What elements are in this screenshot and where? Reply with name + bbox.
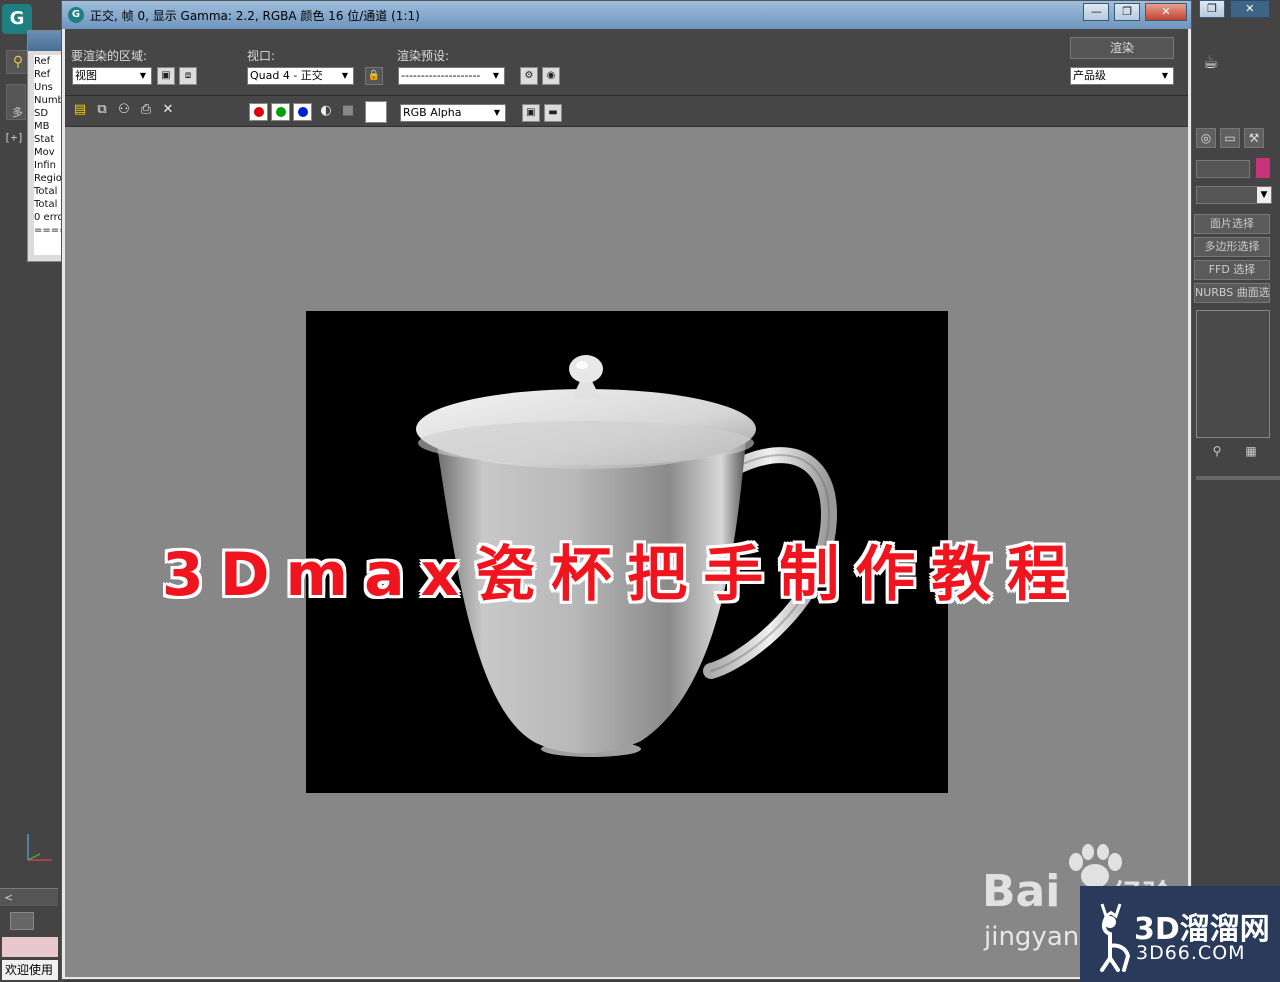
maxscript-mini-listener[interactable]: [2, 937, 58, 957]
chevron-down-icon: ▼: [341, 71, 349, 80]
modifier-list-dropdown[interactable]: ▼: [1196, 186, 1272, 204]
red-dot-icon: [254, 107, 264, 117]
3d66-sub: 3D66.COM: [1136, 942, 1246, 964]
chevron-down-icon: ▼: [139, 71, 147, 80]
left-stub-text: 多: [12, 106, 23, 119]
app-close-button[interactable]: ✕: [1229, 0, 1270, 18]
display-tab-icon[interactable]: ▭: [1220, 128, 1240, 148]
chevron-down-icon: ▼: [493, 108, 501, 117]
clear-image-icon[interactable]: ✕: [159, 102, 177, 120]
max-small-logo-icon: G: [68, 7, 84, 23]
render-button[interactable]: 渲染: [1070, 37, 1174, 59]
welcome-status: 欢迎使用: [2, 960, 58, 980]
quality-value: 产品级: [1073, 69, 1106, 82]
nurbs-select-button[interactable]: NURBS 曲面选择: [1194, 283, 1270, 303]
color-swatch[interactable]: [365, 101, 387, 123]
chevron-down-icon: ▼: [1257, 187, 1271, 203]
green-dot-icon: [276, 107, 286, 117]
area-value: 视图: [75, 69, 97, 82]
preset-label: 渲染预设:: [397, 49, 450, 63]
maximize-button[interactable]: ❐: [1114, 3, 1141, 21]
command-panel-tabs: ◎ ▭ ⚒: [1196, 128, 1276, 150]
configure-sets-icon[interactable]: ▦: [1242, 444, 1260, 462]
patch-select-button[interactable]: 面片选择: [1194, 214, 1270, 234]
viewport-plus-menu[interactable]: [+]: [4, 131, 24, 144]
maxscript-listener-window: Ref Ref Uns Numb SD MB Stat Mov Infin Re…: [27, 30, 66, 262]
modifier-stack[interactable]: [1196, 310, 1270, 438]
toggle-ui-icon[interactable]: ▬: [544, 104, 562, 122]
object-name-field[interactable]: [1196, 160, 1250, 178]
deer-logo-icon: [1100, 903, 1131, 972]
minimize-button[interactable]: —: [1083, 3, 1110, 21]
panel-divider: [1196, 476, 1280, 480]
close-button[interactable]: ✕: [1145, 3, 1187, 21]
render-setup-icon[interactable]: ⚙: [520, 67, 538, 85]
red-channel-toggle[interactable]: [249, 103, 268, 121]
motion-tab-icon[interactable]: ◎: [1196, 128, 1216, 148]
channel-value: RGB Alpha: [403, 106, 462, 119]
area-label: 要渲染的区域:: [71, 49, 148, 63]
render-window-controls: — ❐ ✕: [1082, 3, 1187, 21]
quality-dropdown[interactable]: 产品级 ▼: [1070, 67, 1174, 85]
render-frame-window: G 正交, 帧 0, 显示 Gamma: 2.2, RGBA 颜色 16 位/通…: [61, 0, 1192, 980]
render-settings-toolbar: 要渲染的区域: 视图 ▼ ▣ ⧈ 视口: Quad 4 - 正交 ▼ 🔒 渲染预设:…: [65, 29, 1188, 95]
render-window-title: 正交, 帧 0, 显示 Gamma: 2.2, RGBA 颜色 16 位/通道 …: [90, 9, 420, 23]
area-dropdown[interactable]: 视图 ▼: [72, 67, 152, 85]
environment-icon[interactable]: ◉: [542, 67, 560, 85]
track-bar-icon[interactable]: [10, 912, 34, 930]
copy-image-icon[interactable]: ⧉: [93, 102, 111, 120]
preset-value: --------------------: [401, 69, 481, 82]
ffd-select-button[interactable]: FFD 选择: [1194, 260, 1270, 280]
blue-dot-icon: [298, 107, 308, 117]
render-window-title-bar[interactable]: G 正交, 帧 0, 显示 Gamma: 2.2, RGBA 颜色 16 位/通…: [62, 1, 1191, 29]
viewport-dropdown[interactable]: Quad 4 - 正交 ▼: [247, 67, 354, 85]
auto-region-icon[interactable]: ⧈: [179, 67, 197, 85]
pin-stack-icon[interactable]: ⚲: [1208, 444, 1226, 462]
alpha-channel-icon[interactable]: ◐: [317, 103, 335, 121]
render-window-body: 要渲染的区域: 视图 ▼ ▣ ⧈ 视口: Quad 4 - 正交 ▼ 🔒 渲染预设:…: [65, 29, 1188, 977]
print-image-icon[interactable]: ⎙: [137, 102, 155, 120]
mono-icon[interactable]: ■: [339, 103, 357, 121]
listener-title-bar[interactable]: [28, 31, 64, 51]
baidu-sub-text: jingyan.: [984, 922, 1088, 952]
utilities-tab-icon[interactable]: ⚒: [1244, 128, 1264, 148]
clone-window-icon[interactable]: ⚇: [115, 102, 133, 120]
save-image-icon[interactable]: ▤: [71, 102, 89, 120]
app-restore-button[interactable]: ❐: [1199, 0, 1225, 18]
chevron-down-icon: ▼: [1161, 71, 1169, 80]
preset-dropdown[interactable]: -------------------- ▼: [398, 67, 505, 85]
app-window-controls: ❐ ✕: [1198, 0, 1270, 18]
object-color-swatch[interactable]: [1256, 158, 1270, 178]
baidu-logo-bai: Bai: [982, 866, 1061, 917]
channel-dropdown[interactable]: RGB Alpha ▼: [400, 104, 506, 122]
toggle-ui-overlay-icon[interactable]: ▣: [522, 104, 540, 122]
axis-gizmo-icon: [27, 834, 52, 861]
tutorial-caption: 3Dmax瓷杯把手制作教程: [162, 540, 1084, 610]
teapot-icon[interactable]: ☕: [1196, 52, 1226, 78]
poly-select-button[interactable]: 多边形选择: [1194, 237, 1270, 257]
lock-icon[interactable]: 🔒: [365, 67, 383, 85]
viewport-value: Quad 4 - 正交: [250, 69, 323, 82]
3d66-watermark: 3D溜溜网 3D66.COM: [1080, 886, 1280, 982]
chevron-down-icon: ▼: [492, 71, 500, 80]
edit-region-icon[interactable]: ▣: [157, 67, 175, 85]
frame-buffer-toolbar: ▤ ⧉ ⚇ ⎙ ✕: [65, 95, 1188, 127]
green-channel-toggle[interactable]: [271, 103, 290, 121]
blue-channel-toggle[interactable]: [293, 103, 312, 121]
viewport-label: 视口:: [247, 49, 276, 63]
timeline-scroll[interactable]: <: [0, 888, 58, 906]
